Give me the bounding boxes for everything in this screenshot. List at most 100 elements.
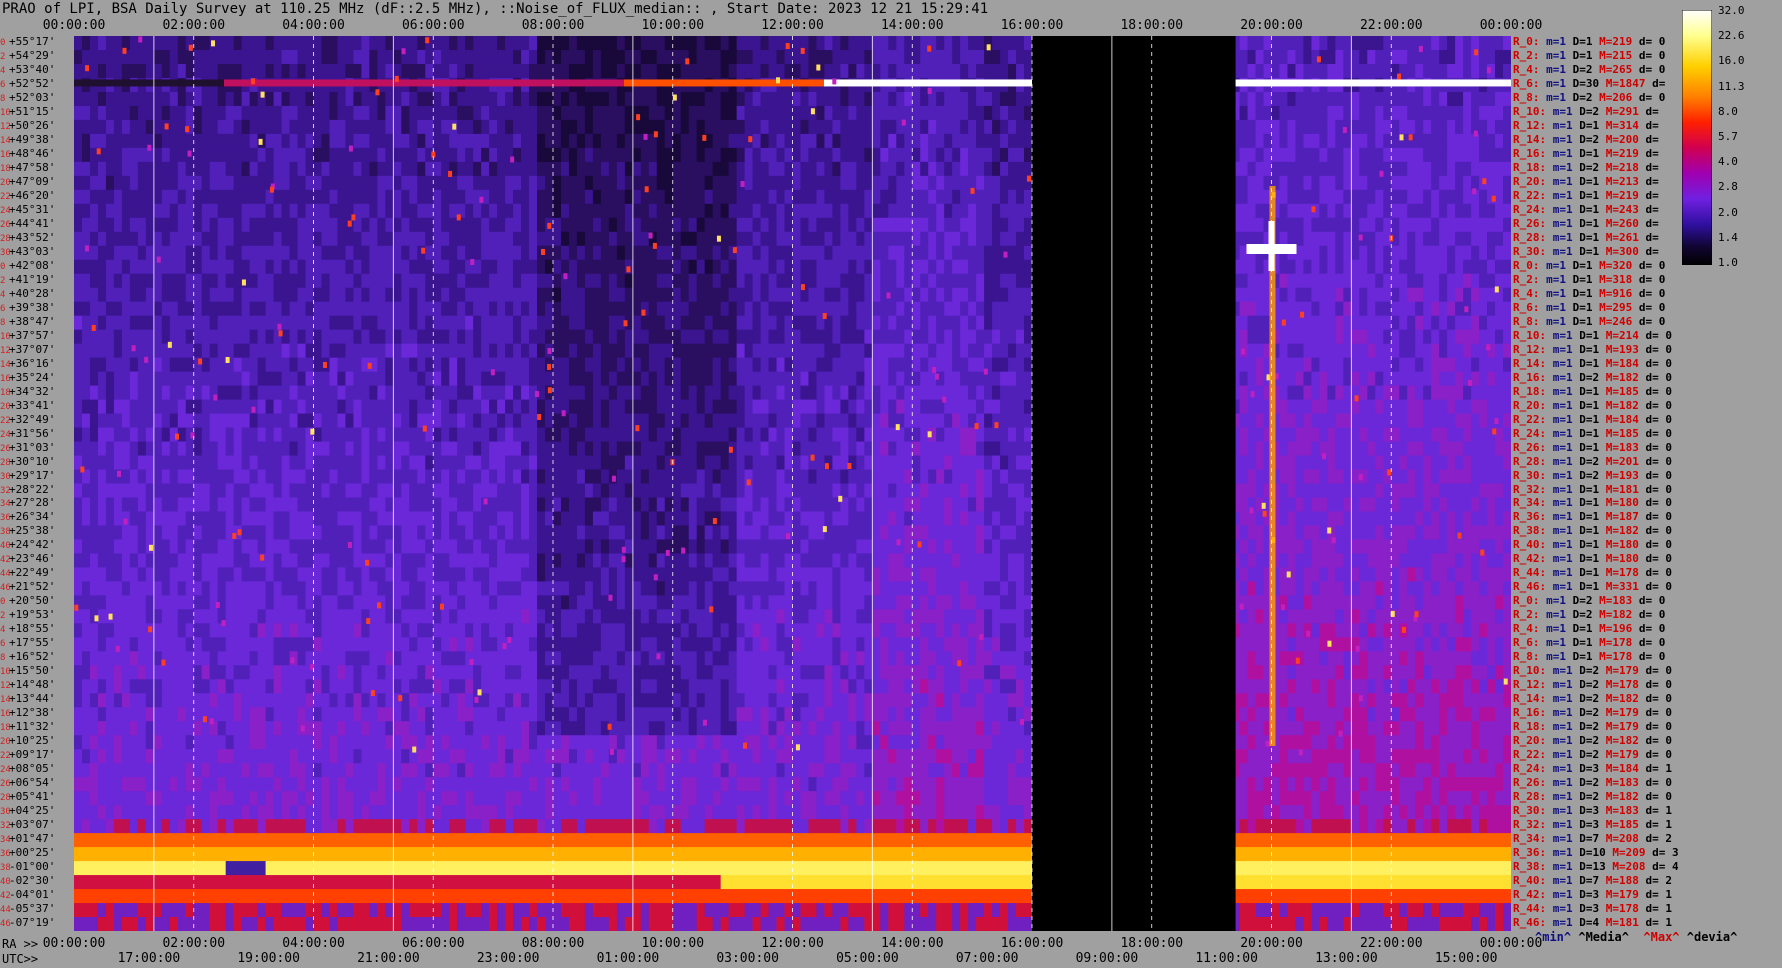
heatmap-cell	[656, 259, 666, 275]
heatmap-cell	[1399, 147, 1408, 163]
heatmap-cell	[1407, 259, 1416, 275]
heatmap-cell	[976, 259, 985, 275]
heatmap-cell	[696, 36, 706, 51]
heatmap-cell	[608, 203, 618, 219]
heatmap-cell	[1255, 161, 1265, 177]
heatmap-cell	[1295, 315, 1305, 331]
heatmap-cell	[433, 189, 442, 205]
heatmap-cell	[1367, 371, 1376, 387]
heatmap-cell	[896, 49, 905, 65]
heatmap-cell	[1479, 203, 1488, 219]
heatmap-cell	[465, 273, 474, 289]
heatmap-cell	[97, 399, 107, 415]
heatmap-cell	[944, 231, 953, 247]
heatmap-cell	[449, 329, 458, 345]
heatmap-cell	[560, 189, 570, 205]
heatmap-cell	[1279, 287, 1289, 303]
heatmap-cell	[944, 245, 953, 261]
heatmap-cell	[209, 63, 219, 79]
heatmap-cell	[129, 203, 139, 219]
heatmap-cell	[265, 231, 275, 247]
declination-label: 28+05°41'	[0, 791, 55, 804]
heatmap-cell	[864, 161, 873, 177]
heatmap-cell	[1479, 105, 1488, 121]
heatmap-cell	[185, 357, 195, 373]
heatmap-cell	[840, 175, 849, 191]
heatmap-cell	[1375, 189, 1384, 205]
heatmap-cell	[952, 189, 961, 205]
heatmap-cell	[608, 371, 618, 387]
heatmap-cell	[97, 133, 107, 149]
heatmap-cell	[1367, 49, 1376, 65]
heatmap-cell	[97, 357, 107, 373]
heatmap-cell	[720, 189, 730, 205]
row-index: 0	[0, 261, 6, 272]
heatmap-cell	[1359, 91, 1368, 107]
heatmap-cell	[984, 133, 993, 149]
heatmap-cell	[1495, 273, 1504, 289]
heatmap-cell	[728, 203, 738, 219]
heatmap-cell	[1407, 119, 1416, 135]
heatmap-cell	[505, 119, 514, 135]
heatmap-cell	[1319, 315, 1328, 331]
heatmap-cell	[1463, 217, 1472, 233]
heatmap-cell	[377, 385, 386, 401]
heatmap-cell	[584, 189, 594, 205]
row-index: 30	[0, 471, 11, 482]
heatmap-cell	[401, 273, 410, 289]
heatmap-cell	[441, 133, 450, 149]
declination-value: +06°54'	[9, 776, 56, 790]
heatmap-cell	[1471, 231, 1480, 247]
heatmap-cell	[105, 147, 115, 163]
row-index: 44	[0, 905, 11, 916]
heatmap-cell	[936, 133, 945, 149]
heatmap-cell	[808, 91, 818, 107]
heatmap-cell	[792, 385, 802, 401]
heatmap-cell	[904, 161, 913, 177]
heatmap-cell	[1375, 105, 1384, 121]
heatmap-cell	[1495, 329, 1504, 345]
heatmap-cell	[872, 273, 881, 289]
heatmap-cell	[505, 329, 514, 345]
heatmap-cell	[513, 273, 522, 289]
heatmap-cell	[129, 357, 139, 373]
heatmap-cell	[305, 301, 315, 317]
heatmap-cell	[513, 371, 522, 387]
heatmap-cell	[1487, 357, 1496, 373]
heatmap-cell	[545, 245, 554, 261]
heatmap-cell	[433, 105, 442, 121]
heatmap-cell	[864, 175, 873, 191]
declination-label: 20+33°41'	[0, 399, 55, 413]
declination-label: 26+31°03'	[0, 441, 55, 455]
heatmap-cell	[377, 329, 386, 345]
heatmap-cell	[992, 63, 1001, 79]
heatmap-cell	[720, 371, 730, 387]
heatmap-cell	[832, 315, 841, 331]
heatmap-cell	[329, 161, 339, 177]
heatmap-cell	[537, 49, 546, 65]
heatmap-cell	[1423, 371, 1432, 387]
heatmap-cell	[720, 91, 730, 107]
heatmap-cell	[952, 231, 961, 247]
heatmap-cell	[912, 161, 921, 177]
heatmap-cell	[1008, 217, 1017, 233]
heatmap-cell	[401, 91, 410, 107]
heatmap-cell	[832, 329, 841, 345]
heatmap-cell	[1375, 49, 1384, 65]
declination-value: +45°31'	[9, 202, 56, 216]
heatmap-cell	[257, 203, 267, 219]
heatmap-cell	[481, 91, 490, 107]
heatmap-cell	[161, 36, 171, 51]
heatmap-cell	[1375, 301, 1384, 317]
heatmap-cell	[321, 133, 331, 149]
heatmap-cell	[1008, 231, 1017, 247]
heatmap-cell	[113, 315, 123, 331]
heatmap-cell	[1008, 119, 1017, 135]
heatmap-cell	[217, 161, 227, 177]
heatmap-cell	[1455, 119, 1464, 135]
heatmap-cell	[329, 301, 339, 317]
heatmap-cell	[1359, 63, 1368, 79]
heatmap-cell	[1287, 217, 1297, 233]
heatmap-cell	[824, 343, 834, 359]
heatmap-cell	[89, 203, 99, 219]
